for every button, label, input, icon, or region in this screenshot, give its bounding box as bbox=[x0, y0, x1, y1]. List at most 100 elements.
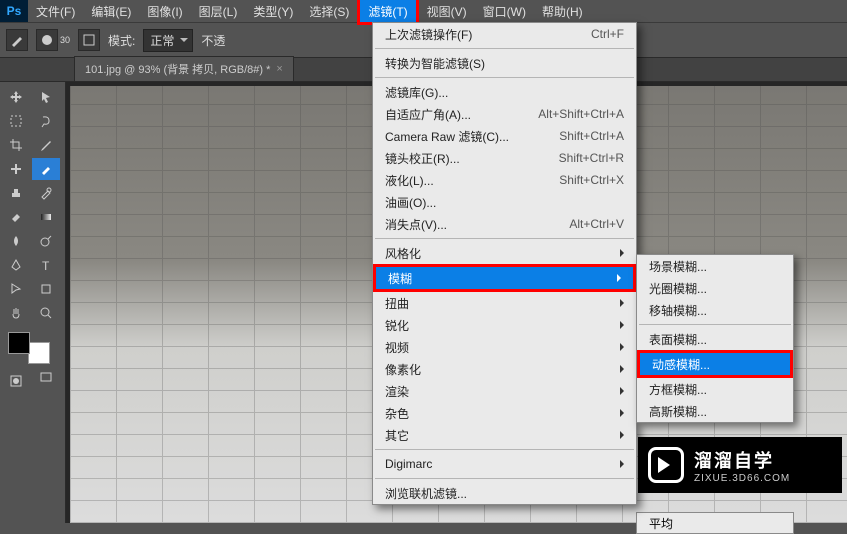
menu-item-last-filter[interactable]: 上次滤镜操作(F) Ctrl+F bbox=[373, 23, 636, 45]
menu-item-label: 上次滤镜操作(F) bbox=[385, 26, 472, 43]
menu-item-other[interactable]: 其它 bbox=[373, 424, 636, 446]
watermark: 溜溜自学 ZIXUE.3D66.COM bbox=[638, 437, 842, 493]
zoom-tool-icon[interactable] bbox=[32, 302, 60, 324]
menu-item-label: 滤镜库(G)... bbox=[385, 84, 448, 101]
move-tool-icon[interactable] bbox=[2, 86, 30, 108]
menu-separator bbox=[375, 478, 634, 479]
menu-shortcut: Ctrl+F bbox=[591, 27, 624, 41]
menu-separator bbox=[375, 48, 634, 49]
menu-item-label: 动感模糊... bbox=[652, 356, 710, 373]
menu-filter[interactable]: 滤镜(T) bbox=[360, 0, 415, 22]
submenu-item-motion-blur[interactable]: 动感模糊... bbox=[640, 353, 790, 375]
blur-tool-icon[interactable] bbox=[2, 230, 30, 252]
dodge-tool-icon[interactable] bbox=[32, 230, 60, 252]
menu-item-sharpen[interactable]: 锐化 bbox=[373, 314, 636, 336]
lasso-tool-icon[interactable] bbox=[32, 110, 60, 132]
close-icon[interactable]: × bbox=[276, 63, 282, 75]
eraser-tool-icon[interactable] bbox=[2, 206, 30, 228]
menu-item-adaptive-wide[interactable]: 自适应广角(A)...Alt+Shift+Ctrl+A bbox=[373, 103, 636, 125]
menu-item-video[interactable]: 视频 bbox=[373, 336, 636, 358]
menu-item-label: 视频 bbox=[385, 339, 409, 356]
menu-item-label: 模糊 bbox=[388, 270, 412, 287]
menu-file[interactable]: 文件(F) bbox=[28, 0, 83, 22]
mode-label: 模式: bbox=[108, 32, 135, 49]
menu-item-stylize[interactable]: 风格化 bbox=[373, 242, 636, 264]
document-tab-title: 101.jpg @ 93% (背景 拷贝, RGB/8#) * bbox=[85, 61, 270, 77]
menu-view[interactable]: 视图(V) bbox=[419, 0, 475, 22]
document-tab[interactable]: 101.jpg @ 93% (背景 拷贝, RGB/8#) * × bbox=[74, 56, 294, 81]
menu-item-liquify[interactable]: 液化(L)...Shift+Ctrl+X bbox=[373, 169, 636, 191]
blend-mode-select[interactable]: 正常 bbox=[143, 29, 193, 52]
path-select-tool-icon[interactable] bbox=[2, 278, 30, 300]
eyedropper-tool-icon[interactable] bbox=[32, 134, 60, 156]
menu-item-digimarc[interactable]: Digimarc bbox=[373, 453, 636, 475]
history-brush-tool-icon[interactable] bbox=[32, 182, 60, 204]
brush-tool-icon[interactable] bbox=[32, 158, 60, 180]
menu-item-blur[interactable]: 模糊 bbox=[376, 267, 633, 289]
menu-item-label: 渲染 bbox=[385, 383, 409, 400]
play-icon bbox=[648, 447, 684, 483]
menu-separator bbox=[375, 238, 634, 239]
type-tool-icon[interactable]: T bbox=[32, 254, 60, 276]
color-swatch[interactable] bbox=[8, 332, 50, 364]
menu-item-label: 表面模糊... bbox=[649, 331, 707, 348]
submenu-item-iris-blur[interactable]: 光圈模糊... bbox=[637, 277, 793, 299]
menu-select[interactable]: 选择(S) bbox=[301, 0, 357, 22]
menu-item-noise[interactable]: 杂色 bbox=[373, 402, 636, 424]
gradient-tool-icon[interactable] bbox=[32, 206, 60, 228]
menu-item-label: 场景模糊... bbox=[649, 258, 707, 275]
menu-item-distort[interactable]: 扭曲 bbox=[373, 292, 636, 314]
menu-image[interactable]: 图像(I) bbox=[139, 0, 190, 22]
menu-edit[interactable]: 编辑(E) bbox=[83, 0, 139, 22]
submenu-item-box-blur[interactable]: 方框模糊... bbox=[637, 378, 793, 400]
menu-item-label: 其它 bbox=[385, 427, 409, 444]
menu-item-render[interactable]: 渲染 bbox=[373, 380, 636, 402]
tool-preset-icon[interactable] bbox=[6, 29, 28, 51]
menu-shortcut: Alt+Ctrl+V bbox=[569, 217, 624, 231]
background-color-swatch[interactable] bbox=[28, 342, 50, 364]
menu-item-vanishing-point[interactable]: 消失点(V)...Alt+Ctrl+V bbox=[373, 213, 636, 235]
menu-item-lens-correction[interactable]: 镜头校正(R)...Shift+Ctrl+R bbox=[373, 147, 636, 169]
menu-item-pixelate[interactable]: 像素化 bbox=[373, 358, 636, 380]
hand-tool-icon[interactable] bbox=[2, 302, 30, 324]
crop-tool-icon[interactable] bbox=[2, 134, 30, 156]
brush-panel-icon[interactable] bbox=[78, 29, 100, 51]
filter-menu-dropdown: 上次滤镜操作(F) Ctrl+F 转换为智能滤镜(S) 滤镜库(G)... 自适… bbox=[372, 22, 637, 505]
submenu-item-gaussian-blur[interactable]: 高斯模糊... bbox=[637, 400, 793, 422]
blur-submenu-tail: 平均 bbox=[636, 512, 794, 534]
menu-item-label: 风格化 bbox=[385, 245, 421, 262]
watermark-text: 溜溜自学 ZIXUE.3D66.COM bbox=[694, 447, 790, 484]
menu-item-smart-filter[interactable]: 转换为智能滤镜(S) bbox=[373, 52, 636, 74]
submenu-item-tilt-shift[interactable]: 移轴模糊... bbox=[637, 299, 793, 321]
quickmask-tool-icon[interactable] bbox=[2, 370, 30, 392]
brush-preview-icon[interactable] bbox=[36, 29, 58, 51]
foreground-color-swatch[interactable] bbox=[8, 332, 30, 354]
menu-item-browse-online[interactable]: 浏览联机滤镜... bbox=[373, 482, 636, 504]
menu-item-oil-paint[interactable]: 油画(O)... bbox=[373, 191, 636, 213]
selection-tool-icon[interactable] bbox=[32, 86, 60, 108]
healing-tool-icon[interactable] bbox=[2, 158, 30, 180]
menu-shortcut: Shift+Ctrl+R bbox=[559, 151, 624, 165]
screenmode-tool-icon[interactable] bbox=[32, 366, 60, 388]
menu-layer[interactable]: 图层(L) bbox=[191, 0, 246, 22]
watermark-url: ZIXUE.3D66.COM bbox=[694, 473, 790, 484]
menu-window[interactable]: 窗口(W) bbox=[475, 0, 534, 22]
menu-item-label: Digimarc bbox=[385, 457, 432, 471]
marquee-tool-icon[interactable] bbox=[2, 110, 30, 132]
pen-tool-icon[interactable] bbox=[2, 254, 30, 276]
submenu-item-surface-blur[interactable]: 表面模糊... bbox=[637, 328, 793, 350]
submenu-item-field-blur[interactable]: 场景模糊... bbox=[637, 255, 793, 277]
menu-type[interactable]: 类型(Y) bbox=[245, 0, 301, 22]
app-logo: Ps bbox=[0, 0, 28, 22]
opacity-label: 不透 bbox=[201, 32, 225, 49]
menu-item-filter-gallery[interactable]: 滤镜库(G)... bbox=[373, 81, 636, 103]
stamp-tool-icon[interactable] bbox=[2, 182, 30, 204]
brush-size-value: 30 bbox=[60, 35, 70, 45]
menu-item-camera-raw[interactable]: Camera Raw 滤镜(C)...Shift+Ctrl+A bbox=[373, 125, 636, 147]
menu-item-label: 锐化 bbox=[385, 317, 409, 334]
submenu-item-average[interactable]: 平均 bbox=[637, 513, 793, 533]
shape-tool-icon[interactable] bbox=[32, 278, 60, 300]
svg-text:T: T bbox=[42, 259, 50, 272]
menu-item-label: 平均 bbox=[649, 515, 673, 532]
menu-help[interactable]: 帮助(H) bbox=[534, 0, 591, 22]
